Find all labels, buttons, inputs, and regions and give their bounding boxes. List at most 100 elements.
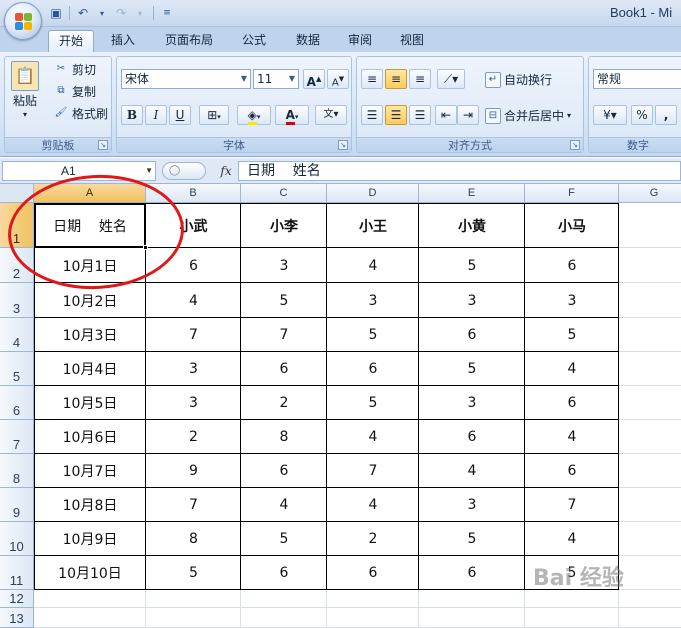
value-cell[interactable]: 6 — [327, 352, 419, 386]
value-cell[interactable]: 3 — [146, 352, 241, 386]
phonetic-button[interactable]: 文▾ — [315, 105, 347, 125]
accounting-format-button[interactable]: ¥▾ — [593, 105, 627, 125]
date-cell[interactable]: 10月3日 — [34, 318, 146, 352]
font-size-combo[interactable]: 11 ▼ — [253, 69, 299, 89]
customize-qat-icon[interactable]: ≡ — [159, 5, 175, 21]
save-icon[interactable]: ▣ — [48, 5, 64, 21]
value-cell[interactable]: 6 — [241, 352, 327, 386]
redo-icon[interactable]: ↷ — [113, 5, 129, 21]
tab-formulas[interactable]: 公式 — [232, 30, 276, 52]
paste-button[interactable]: 📋 粘贴 ▾ — [11, 61, 39, 119]
increase-indent-button[interactable]: ⇥ — [457, 105, 479, 125]
date-cell[interactable]: 10月9日 — [34, 522, 146, 556]
value-cell[interactable]: 3 — [419, 488, 525, 522]
row-header-11[interactable]: 11 — [0, 556, 34, 590]
merge-center-button[interactable]: ⊟ 合并后居中 ▾ — [485, 107, 571, 124]
value-cell[interactable]: 4 — [525, 352, 619, 386]
value-cell[interactable]: 5 — [419, 522, 525, 556]
value-cell[interactable]: 3 — [327, 283, 419, 318]
insert-function-icon[interactable]: fx — [214, 162, 238, 180]
cut-button[interactable]: ✂ 剪切 — [53, 61, 96, 78]
number-format-combo[interactable]: 常规 — [593, 69, 681, 89]
column-header-f[interactable]: F — [525, 184, 619, 203]
percent-button[interactable]: % — [631, 105, 653, 125]
formula-cancel-enter-icon[interactable]: ◯ — [162, 162, 206, 180]
value-cell[interactable]: 6 — [419, 318, 525, 352]
row-header-8[interactable]: 8 — [0, 454, 34, 488]
column-title-cell[interactable]: 小黄 — [419, 203, 525, 248]
tab-home[interactable]: 开始 — [48, 30, 94, 52]
value-cell[interactable]: 6 — [419, 556, 525, 590]
value-cell[interactable]: 4 — [525, 420, 619, 454]
clipboard-launcher-icon[interactable]: ↘ — [98, 140, 108, 150]
value-cell[interactable]: 5 — [146, 556, 241, 590]
grow-font-button[interactable]: A▲ — [303, 69, 325, 89]
value-cell[interactable]: 4 — [327, 488, 419, 522]
date-cell[interactable]: 10月1日 — [34, 248, 146, 283]
font-color-button[interactable]: A▾ — [275, 105, 309, 125]
value-cell[interactable]: 2 — [241, 386, 327, 420]
column-header-c[interactable]: C — [241, 184, 327, 203]
formula-input[interactable]: 日期 姓名 — [238, 161, 681, 181]
column-title-cell[interactable]: 小武 — [146, 203, 241, 248]
decrease-indent-button[interactable]: ⇤ — [435, 105, 457, 125]
value-cell[interactable]: 4 — [419, 454, 525, 488]
name-box[interactable]: A1 ▼ — [2, 161, 156, 181]
value-cell[interactable]: 5 — [327, 318, 419, 352]
value-cell[interactable]: 5 — [241, 283, 327, 318]
value-cell[interactable]: 8 — [241, 420, 327, 454]
align-center-button[interactable]: ☰ — [385, 105, 407, 125]
value-cell[interactable]: 5 — [241, 522, 327, 556]
row-header-5[interactable]: 5 — [0, 352, 34, 386]
value-cell[interactable]: 3 — [419, 283, 525, 318]
value-cell[interactable]: 7 — [241, 318, 327, 352]
value-cell[interactable]: 7 — [327, 454, 419, 488]
value-cell[interactable]: 3 — [419, 386, 525, 420]
value-cell[interactable]: 6 — [525, 248, 619, 283]
tab-data[interactable]: 数据 — [286, 30, 330, 52]
align-bottom-button[interactable]: ≡ — [409, 69, 431, 89]
value-cell[interactable]: 6 — [525, 454, 619, 488]
row-header-3[interactable]: 3 — [0, 283, 34, 318]
tab-review[interactable]: 审阅 — [338, 30, 382, 52]
value-cell[interactable]: 2 — [146, 420, 241, 454]
chevron-down-icon[interactable]: ▼ — [145, 162, 153, 180]
copy-button[interactable]: ⧉ 复制 — [53, 83, 96, 100]
orientation-button[interactable]: ⟋▾ — [437, 69, 465, 89]
date-cell[interactable]: 10月6日 — [34, 420, 146, 454]
date-cell[interactable]: 10月5日 — [34, 386, 146, 420]
value-cell[interactable]: 5 — [525, 318, 619, 352]
value-cell[interactable]: 2 — [327, 522, 419, 556]
value-cell[interactable]: 5 — [419, 352, 525, 386]
tab-insert[interactable]: 插入 — [100, 30, 146, 52]
alignment-launcher-icon[interactable]: ↘ — [570, 140, 580, 150]
align-left-button[interactable]: ☰ — [361, 105, 383, 125]
value-cell[interactable]: 5 — [419, 248, 525, 283]
date-cell[interactable]: 10月10日 — [34, 556, 146, 590]
row-header-13[interactable]: 13 — [0, 608, 34, 628]
italic-button[interactable]: I — [145, 105, 167, 125]
date-cell[interactable]: 10月4日 — [34, 352, 146, 386]
underline-button[interactable]: U — [169, 105, 191, 125]
column-header-d[interactable]: D — [327, 184, 419, 203]
date-cell[interactable]: 10月8日 — [34, 488, 146, 522]
value-cell[interactable]: 4 — [146, 283, 241, 318]
column-title-cell[interactable]: 小王 — [327, 203, 419, 248]
office-button[interactable] — [4, 2, 42, 40]
tab-view[interactable]: 视图 — [390, 30, 434, 52]
row-header-4[interactable]: 4 — [0, 318, 34, 352]
value-cell[interactable]: 4 — [327, 420, 419, 454]
row-header-1[interactable]: 1 — [0, 203, 34, 248]
font-launcher-icon[interactable]: ↘ — [338, 140, 348, 150]
column-header-e[interactable]: E — [419, 184, 525, 203]
undo-dropdown-icon[interactable]: ▾ — [94, 5, 110, 21]
value-cell[interactable]: 4 — [525, 522, 619, 556]
column-header-g[interactable]: G — [619, 184, 681, 203]
value-cell[interactable]: 6 — [525, 386, 619, 420]
value-cell[interactable]: 7 — [146, 318, 241, 352]
date-cell[interactable]: 10月7日 — [34, 454, 146, 488]
merge-dropdown-icon[interactable]: ▾ — [567, 111, 571, 120]
select-all-corner[interactable] — [0, 184, 34, 203]
column-title-cell[interactable]: 小李 — [241, 203, 327, 248]
value-cell[interactable]: 6 — [241, 454, 327, 488]
